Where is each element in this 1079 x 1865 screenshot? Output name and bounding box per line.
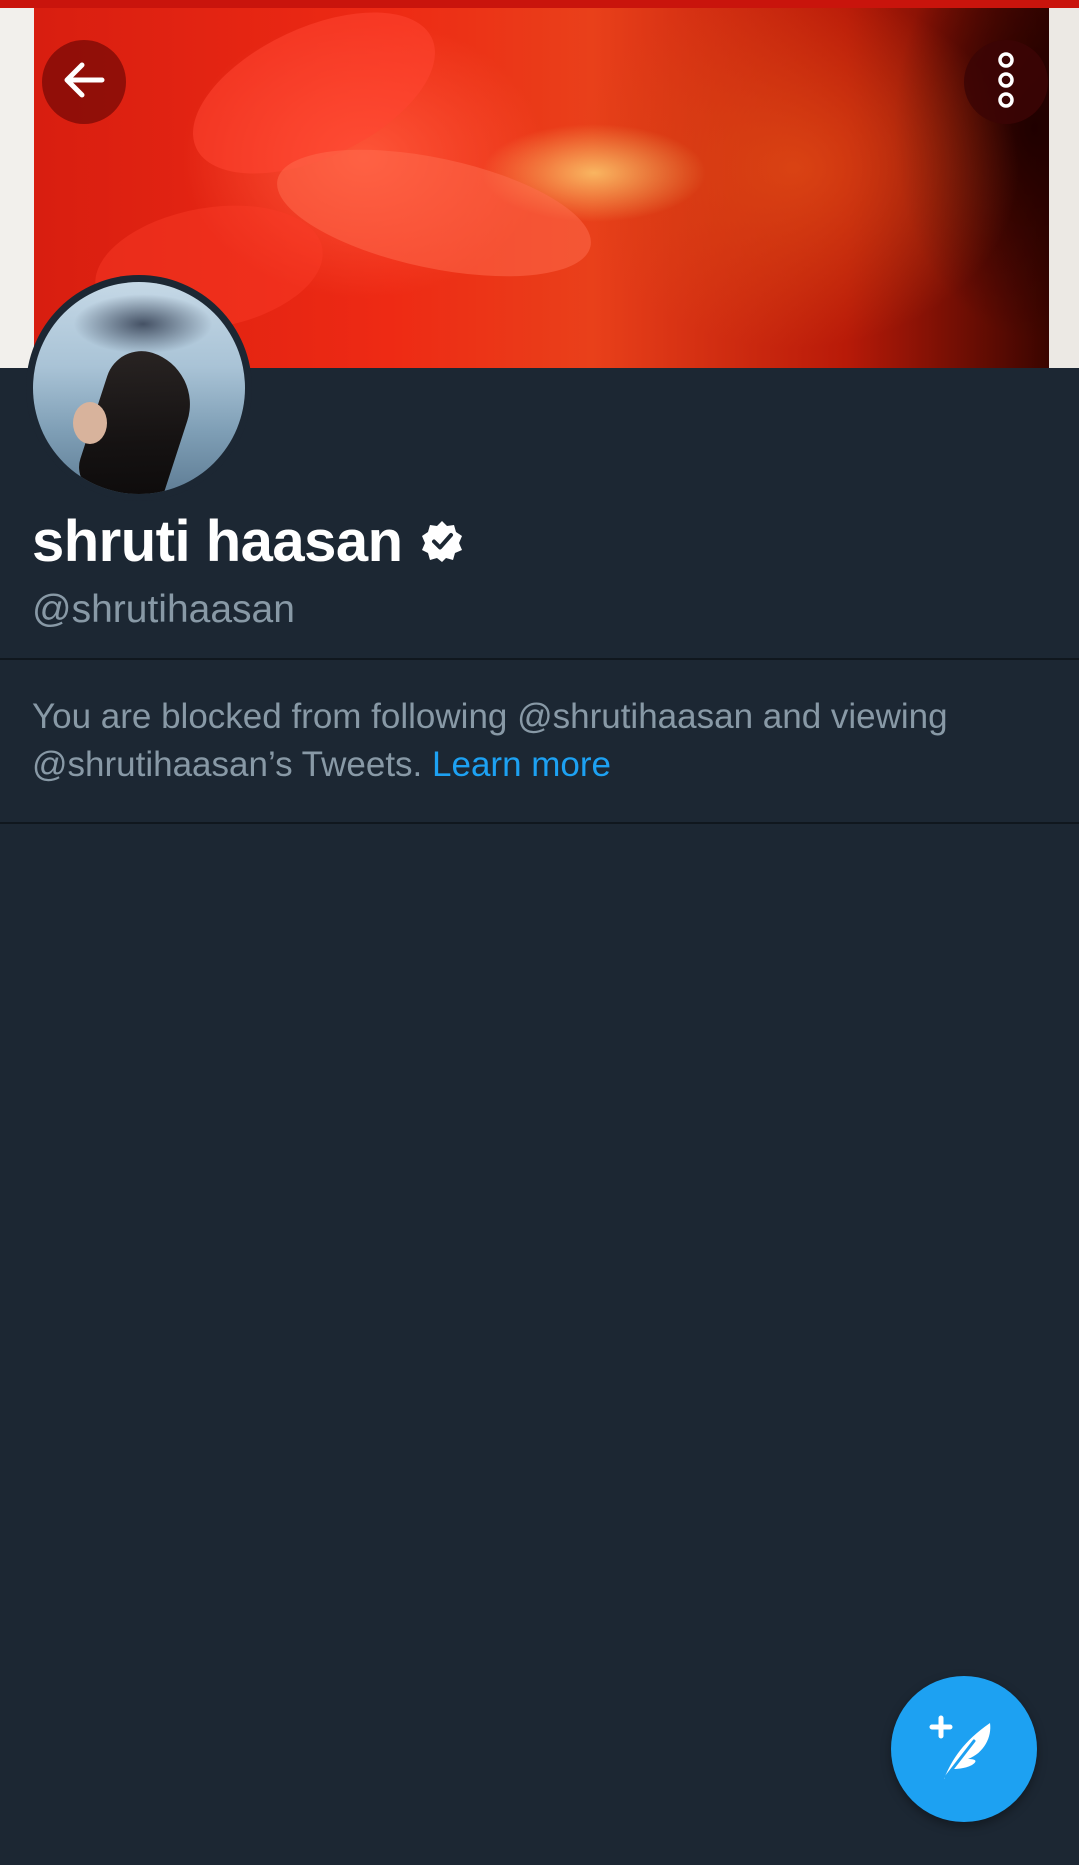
blocked-notice: You are blocked from following @shrutiha… <box>32 693 1042 789</box>
more-options-button[interactable] <box>964 40 1048 124</box>
banner-top-edge <box>0 0 1079 8</box>
divider <box>0 822 1079 824</box>
banner-side-margin <box>1049 8 1079 368</box>
profile-screen: shruti haasan @shrutihaasan You are bloc… <box>0 0 1079 1865</box>
verified-badge-icon <box>421 520 463 562</box>
back-button[interactable] <box>42 40 126 124</box>
avatar-face <box>73 402 107 444</box>
avatar-image <box>33 282 245 494</box>
learn-more-link[interactable]: Learn more <box>432 745 611 784</box>
more-vertical-icon <box>994 50 1018 115</box>
profile-name-row: shruti haasan <box>32 506 463 576</box>
avatar[interactable] <box>26 275 252 501</box>
profile-handle: @shrutihaasan <box>32 588 295 631</box>
compose-tweet-button[interactable] <box>891 1676 1037 1822</box>
display-name: shruti haasan <box>32 508 403 574</box>
compose-tweet-icon <box>924 1707 1004 1792</box>
arrow-left-icon <box>60 56 108 109</box>
avatar-water-ripple <box>73 294 213 354</box>
divider <box>0 658 1079 660</box>
